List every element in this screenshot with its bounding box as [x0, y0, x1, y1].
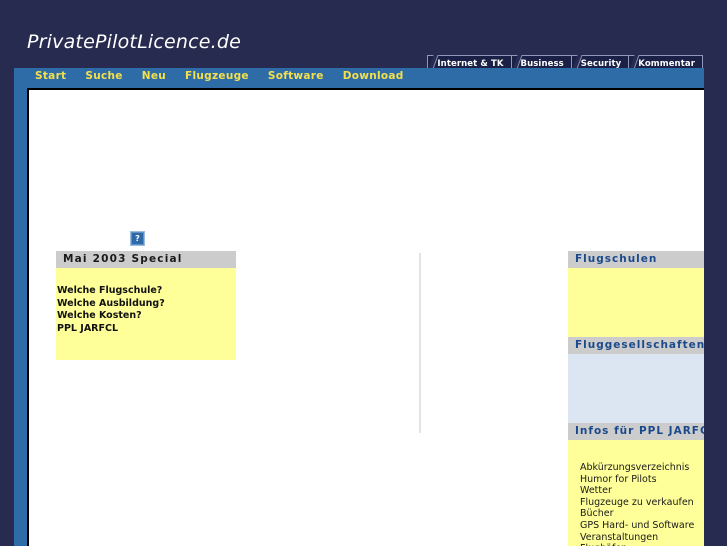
- special-box: Mai 2003 Special Welche Flugschule? Welc…: [56, 251, 236, 360]
- infos-link-wetter[interactable]: Wetter: [580, 485, 704, 497]
- sidebar-section-infos: Infos für PPL JARFCL Abkürzungsverzeichn…: [568, 423, 704, 546]
- special-link-kosten[interactable]: Welche Kosten?: [56, 310, 236, 322]
- content-canvas: ? Mai 2003 Special Welche Flugschule? We…: [27, 88, 704, 546]
- page-root: PrivatePilotLicence.de Internet & TK Bus…: [0, 0, 727, 546]
- nav-item-software[interactable]: Software: [268, 70, 324, 82]
- infos-link-humor-for-pilots[interactable]: Humor for Pilots: [580, 474, 704, 486]
- special-link-ausbildung[interactable]: Welche Ausbildung?: [56, 298, 236, 310]
- infos-link-abkuerzungsverzeichnis[interactable]: Abkürzungsverzeichnis: [580, 462, 704, 474]
- nav-item-neu[interactable]: Neu: [142, 70, 166, 82]
- right-sidebar: Flugschulen Fluggesellschaften Infos für…: [568, 251, 704, 546]
- broken-image-icon[interactable]: ?: [130, 231, 145, 246]
- infos-link-veranstaltungen[interactable]: Veranstaltungen: [580, 532, 704, 544]
- special-box-body: Welche Flugschule? Welche Ausbildung? We…: [56, 268, 236, 360]
- nav-item-suche[interactable]: Suche: [85, 70, 122, 82]
- nav-item-download[interactable]: Download: [343, 70, 404, 82]
- main-nav-list: Start Suche Neu Flugzeuge Software Downl…: [35, 70, 404, 82]
- sidebar-section-flugschulen: Flugschulen: [568, 251, 704, 337]
- infos-link-buecher[interactable]: Bücher: [580, 508, 704, 520]
- sidebar-body-infos: Abkürzungsverzeichnis Humor for Pilots W…: [568, 440, 704, 546]
- special-link-flugschule[interactable]: Welche Flugschule?: [56, 285, 236, 297]
- nav-item-flugzeuge[interactable]: Flugzeuge: [185, 70, 249, 82]
- infos-link-flugzeuge-zu-verkaufen[interactable]: Flugzeuge zu verkaufen: [580, 497, 704, 509]
- page-frame: Start Suche Neu Flugzeuge Software Downl…: [14, 68, 704, 546]
- infos-link-gps-hard-und-software[interactable]: GPS Hard- und Software: [580, 520, 704, 532]
- sidebar-header-flugschulen: Flugschulen: [568, 251, 704, 268]
- sidebar-header-fluggesellschaften: Fluggesellschaften: [568, 337, 704, 354]
- broken-image-glyph: ?: [132, 233, 143, 244]
- main-navbar: Start Suche Neu Flugzeuge Software Downl…: [14, 68, 704, 86]
- sidebar-body-flugschulen: [568, 268, 704, 337]
- site-title: PrivatePilotLicence.de: [27, 31, 242, 53]
- sidebar-body-fluggesellschaften: [568, 354, 704, 423]
- column-divider: [419, 253, 421, 433]
- sidebar-header-infos: Infos für PPL JARFCL: [568, 423, 704, 440]
- special-link-ppl-jarfcl[interactable]: PPL JARFCL: [56, 323, 236, 335]
- nav-item-start[interactable]: Start: [35, 70, 66, 82]
- sidebar-section-fluggesellschaften: Fluggesellschaften: [568, 337, 704, 423]
- special-box-header: Mai 2003 Special: [56, 251, 236, 268]
